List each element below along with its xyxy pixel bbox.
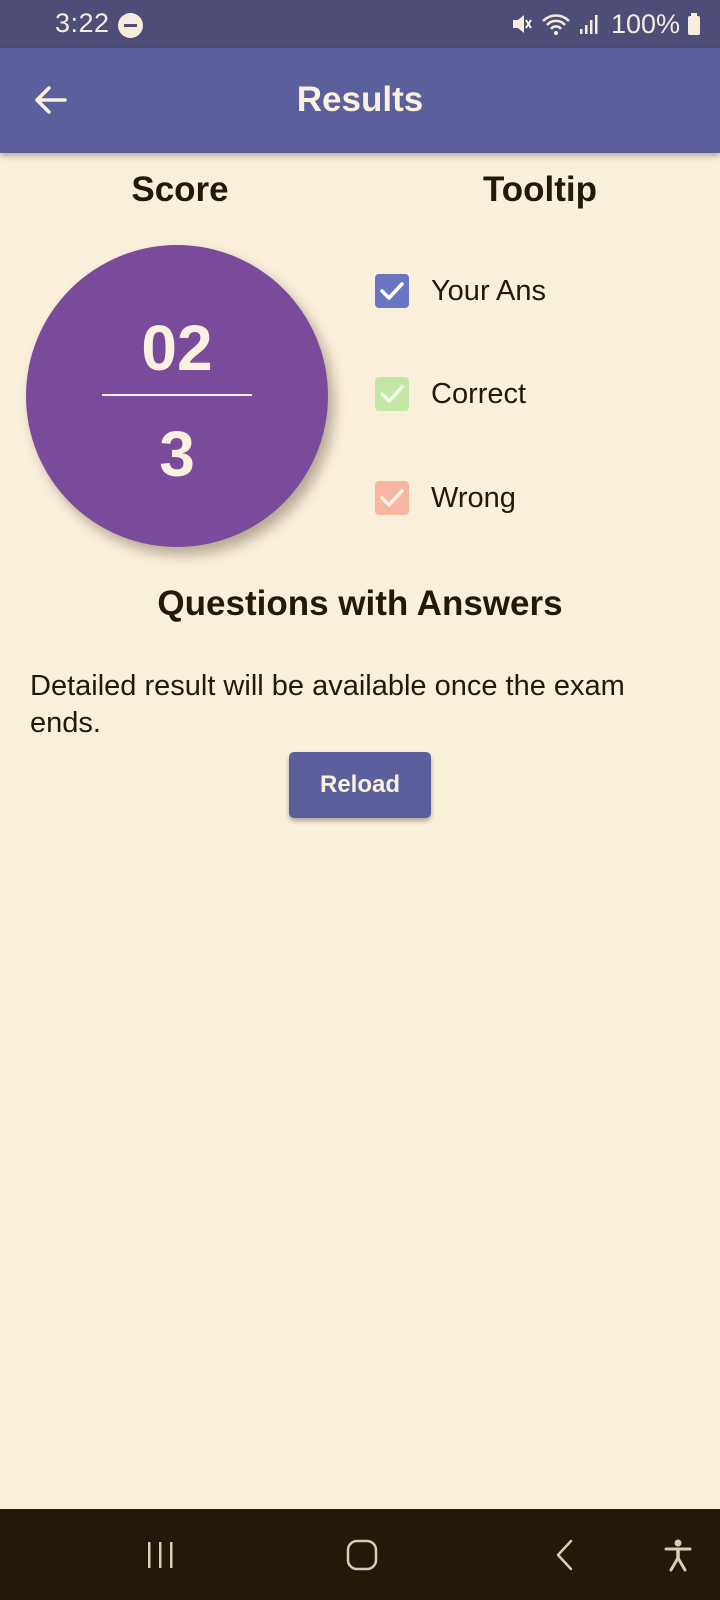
legend-wrong: Wrong xyxy=(375,481,516,515)
legend-your-answer: Your Ans xyxy=(375,274,546,308)
accessibility-button[interactable] xyxy=(648,1509,708,1600)
nav-back-button[interactable] xyxy=(535,1509,595,1600)
score-total: 3 xyxy=(159,418,195,490)
back-icon xyxy=(556,1539,573,1570)
page-title: Results xyxy=(296,80,424,119)
recents-icon xyxy=(148,1541,173,1568)
status-time: 3:22 xyxy=(55,8,110,38)
check-icon xyxy=(375,481,409,515)
do-not-disturb-icon xyxy=(118,13,143,38)
signal-icon xyxy=(579,15,598,34)
battery-percentage: 100% xyxy=(610,8,680,39)
legend-label: Correct xyxy=(431,377,527,410)
score-divider xyxy=(102,394,252,396)
result-message: Detailed result will be available once t… xyxy=(30,670,625,739)
app-bar: Results xyxy=(0,48,720,153)
wifi-icon xyxy=(542,14,570,35)
tooltip-heading: Tooltip xyxy=(482,170,598,209)
battery-icon xyxy=(688,12,700,35)
reload-button[interactable]: Reload xyxy=(289,752,431,818)
score-circle: 02 3 xyxy=(26,245,328,547)
check-icon xyxy=(375,274,409,308)
legend-label: Your Ans xyxy=(431,274,547,307)
score-heading: Score xyxy=(131,170,229,209)
legend-correct: Correct xyxy=(375,377,526,411)
score-obtained: 02 xyxy=(141,312,213,384)
navigation-bar xyxy=(0,1509,720,1600)
home-icon xyxy=(346,1539,378,1570)
status-icons: 100% xyxy=(511,8,700,40)
recents-button[interactable] xyxy=(130,1509,190,1600)
questions-heading: Questions with Answers xyxy=(157,584,563,623)
check-icon xyxy=(375,377,409,411)
mute-icon xyxy=(512,15,532,33)
status-bar: 3:22 100% xyxy=(0,0,720,48)
legend-label: Wrong xyxy=(431,481,516,514)
home-button[interactable] xyxy=(332,1509,392,1600)
accessibility-icon xyxy=(664,1539,692,1571)
